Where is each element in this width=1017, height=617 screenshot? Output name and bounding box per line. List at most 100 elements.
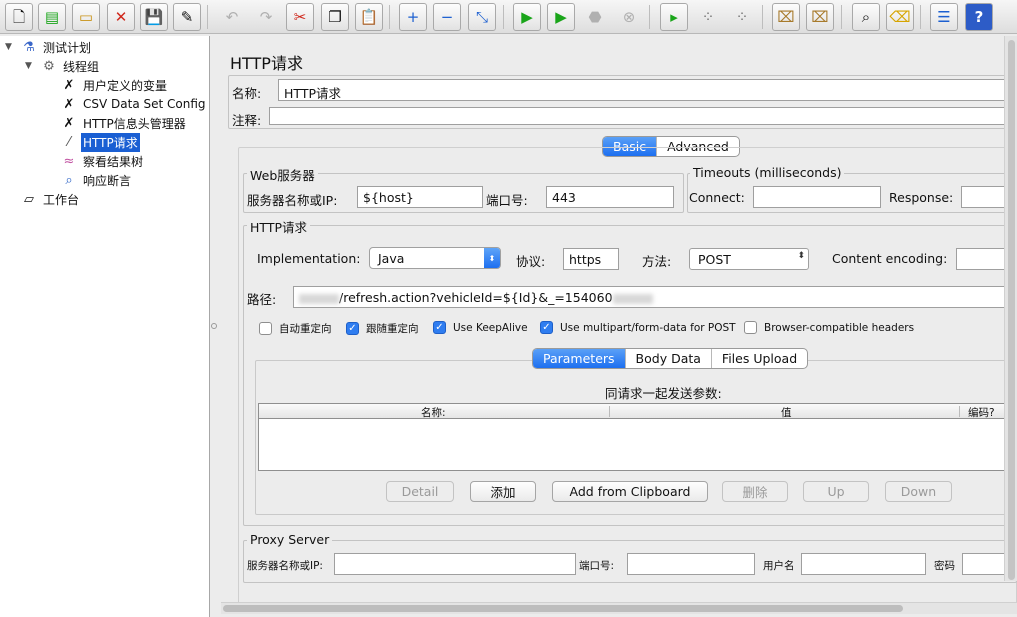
method-select[interactable]: POST ⬍ (689, 248, 809, 270)
pipette-icon: ⁄ (67, 134, 71, 150)
browser-headers-checkbox[interactable]: Browser-compatible headers (744, 321, 914, 334)
paste-icon[interactable]: 📋 (355, 3, 383, 31)
shutdown-icon[interactable]: ⊗ (615, 3, 643, 31)
wrench-icon: ✗ (63, 96, 75, 112)
proxy-server-legend: Proxy Server (247, 532, 333, 547)
checkbox-label: Use multipart/form-data for POST (560, 321, 736, 334)
path-field[interactable]: /refresh.action?vehicleId=${Id}&_=154060 (293, 286, 1017, 308)
remote-stop-icon[interactable]: ⁘ (694, 3, 722, 31)
stop-icon[interactable]: ⬣ (581, 3, 609, 31)
tree-item-results-tree[interactable]: ≈ 察看结果树 (60, 152, 145, 170)
tree-item-header-manager[interactable]: ✗ HTTP信息头管理器 (60, 114, 188, 132)
toolbar-separator (841, 5, 842, 29)
timeouts-legend: Timeouts (milliseconds) (690, 165, 845, 180)
undo-icon[interactable]: ↶ (218, 3, 246, 31)
help-icon[interactable]: ? (965, 3, 993, 31)
clear-icon[interactable]: ⌧ (772, 3, 800, 31)
proxy-port-field[interactable] (627, 553, 755, 575)
proxy-user-field[interactable] (801, 553, 926, 575)
checkmark-icon: ✓ (540, 321, 553, 334)
tree-item-response-assertion[interactable]: ⌕ 响应断言 (60, 171, 133, 189)
tab-files-upload[interactable]: Files Upload (712, 349, 807, 368)
new-icon[interactable]: 🗋 (5, 3, 33, 31)
cut-icon[interactable]: ✂ (286, 3, 314, 31)
checkbox-label: Browser-compatible headers (764, 321, 915, 334)
tree-item-label: HTTP信息头管理器 (83, 116, 186, 131)
toolbar-separator (207, 5, 208, 29)
checkbox-box (744, 321, 757, 334)
add-button[interactable]: 添加 (470, 481, 536, 502)
tab-parameters[interactable]: Parameters (533, 349, 626, 368)
column-value[interactable]: 值 (781, 405, 792, 420)
save-as-icon[interactable]: ✎ (173, 3, 201, 31)
down-button[interactable]: Down (885, 481, 952, 502)
workbench-icon: ▱ (24, 191, 34, 207)
toolbar: 🗋 ▤ ▭ ✕ 💾 ✎ ↶ ↷ ✂ ❐ 📋 + − ⤡ ▶ ▶ ⬣ ⊗ ▸ ⁘ … (0, 0, 1017, 34)
split-pane-divider[interactable] (210, 36, 218, 617)
vertical-scrollbar[interactable] (1004, 36, 1017, 581)
save-icon[interactable]: 💾 (140, 3, 168, 31)
delete-button[interactable]: 删除 (722, 481, 788, 502)
auto-redirect-checkbox[interactable]: 自动重定向 (259, 321, 332, 336)
toggle-icon[interactable]: ⤡ (468, 3, 496, 31)
tree-item-user-vars[interactable]: ✗ 用户定义的变量 (60, 76, 169, 94)
remote-start-icon[interactable]: ▸ (660, 3, 688, 31)
expand-arrow-icon[interactable]: ▼ (5, 42, 12, 52)
implementation-select[interactable]: Java ⬍ (369, 247, 501, 269)
follow-redirects-checkbox[interactable]: ✓ 跟随重定向 (346, 321, 419, 336)
up-button[interactable]: Up (803, 481, 869, 502)
column-encode[interactable]: 编码? (968, 405, 995, 420)
proxy-server-label: 服务器名称或IP: (247, 560, 323, 572)
tree-item-label: 测试计划 (43, 40, 92, 55)
protocol-field[interactable]: https (563, 248, 619, 270)
content-encoding-label: Content encoding: (832, 251, 948, 266)
column-divider (609, 406, 610, 417)
templates-icon[interactable]: ▤ (38, 3, 66, 31)
params-table-body[interactable] (258, 419, 1017, 471)
toolbar-separator (389, 5, 390, 29)
copy-icon[interactable]: ❐ (321, 3, 349, 31)
redo-icon[interactable]: ↷ (252, 3, 280, 31)
vertical-scroll-thumb[interactable] (1008, 40, 1015, 580)
column-name[interactable]: 名称: (421, 405, 446, 420)
add-from-clipboard-button[interactable]: Add from Clipboard (552, 481, 708, 502)
horizontal-scrollbar[interactable] (221, 602, 1017, 614)
tree-item-label: 响应断言 (83, 173, 132, 188)
implementation-value: Java (378, 251, 405, 266)
name-field[interactable]: HTTP请求 (278, 79, 1017, 101)
column-divider (959, 406, 960, 417)
tree-item-thread-group[interactable]: ⚙ 线程组 (40, 57, 101, 75)
horizontal-scroll-thumb[interactable] (223, 605, 903, 612)
open-icon[interactable]: ▭ (72, 3, 100, 31)
connect-timeout-field[interactable] (753, 186, 881, 208)
port-field[interactable]: 443 (546, 186, 674, 208)
chart-icon: ≈ (63, 153, 75, 169)
close-icon[interactable]: ✕ (107, 3, 135, 31)
select-arrows-icon: ⬍ (484, 248, 500, 268)
expand-arrow-icon[interactable]: ▼ (25, 61, 32, 71)
reset-search-icon[interactable]: ⌫ (886, 3, 914, 31)
multipart-checkbox[interactable]: ✓ Use multipart/form-data for POST (540, 321, 736, 334)
tree-item-test-plan[interactable]: ⚗ 测试计划 (20, 38, 93, 56)
collapse-icon[interactable]: − (433, 3, 461, 31)
select-arrows-icon: ⬍ (797, 251, 805, 261)
remote-shutdown-icon[interactable]: ⁘ (728, 3, 756, 31)
tree-item-http-request[interactable]: ⁄ HTTP请求 (60, 132, 140, 152)
proxy-server-field[interactable] (334, 553, 576, 575)
comment-label: 注释: (232, 113, 262, 128)
clear-all-icon[interactable]: ⌧ (806, 3, 834, 31)
expand-icon[interactable]: + (399, 3, 427, 31)
gear-icon: ⚙ (43, 58, 55, 74)
detail-button[interactable]: Detail (386, 481, 454, 502)
tree-item-label: CSV Data Set Config (83, 97, 206, 111)
keepalive-checkbox[interactable]: ✓ Use KeepAlive (433, 321, 528, 334)
search-icon[interactable]: ⌕ (852, 3, 880, 31)
start-no-pause-icon[interactable]: ▶ (547, 3, 575, 31)
server-name-field[interactable]: ${host} (357, 186, 483, 208)
tree-item-workbench[interactable]: ▱ 工作台 (20, 190, 81, 208)
tab-body-data[interactable]: Body Data (626, 349, 712, 368)
tree-item-csv-config[interactable]: ✗ CSV Data Set Config (60, 95, 208, 113)
function-helper-icon[interactable]: ☰ (930, 3, 958, 31)
start-icon[interactable]: ▶ (513, 3, 541, 31)
comment-field[interactable] (269, 107, 1017, 125)
